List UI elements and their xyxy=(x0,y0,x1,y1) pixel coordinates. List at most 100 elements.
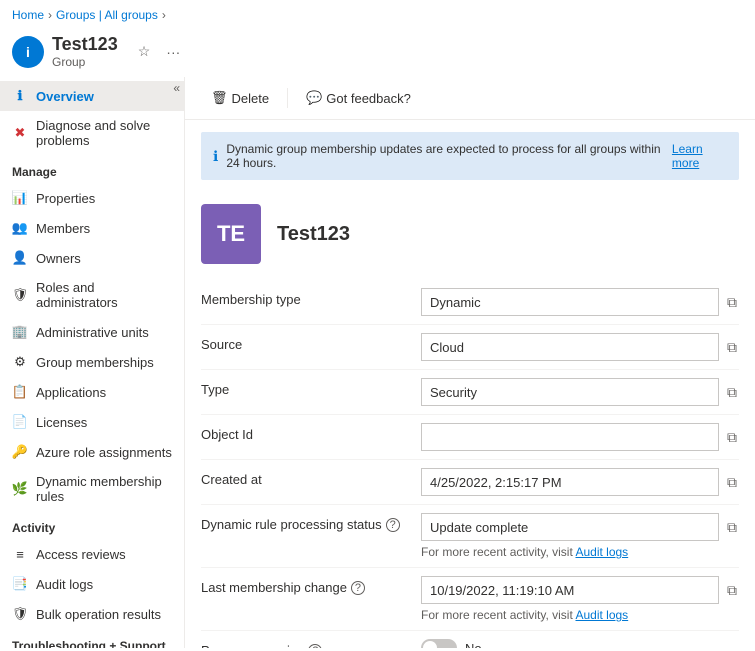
object-id-value xyxy=(421,423,719,451)
dynamic-rule-status-value: Update complete xyxy=(421,513,719,541)
main-layout: « ℹ Overview ✖ Diagnose and solve proble… xyxy=(0,77,755,648)
group-header-icon: i xyxy=(12,36,44,68)
source-label: Source xyxy=(201,333,421,352)
last-membership-change-tooltip-icon[interactable]: ? xyxy=(351,581,365,595)
page-subtitle: Group xyxy=(52,55,118,69)
properties-grid: Membership type Dynamic ⧉ Source Cloud ⧉ xyxy=(185,280,755,648)
property-membership-type: Membership type Dynamic ⧉ xyxy=(201,280,739,325)
dynamic-rule-status-copy-icon[interactable]: ⧉ xyxy=(725,517,739,538)
sidebar-item-dynamic-rules[interactable]: 🌿 Dynamic membership rules xyxy=(0,467,184,511)
toggle-knob xyxy=(423,641,437,648)
created-at-value-wrapper: 4/25/2022, 2:15:17 PM ⧉ xyxy=(421,468,739,496)
sidebar-item-bulk-ops[interactable]: 🛡 Bulk operation results xyxy=(0,599,184,629)
feedback-icon: 💬 xyxy=(306,90,322,106)
pause-processing-toggle: No xyxy=(421,639,482,648)
last-membership-change-value: 10/19/2022, 11:19:10 AM xyxy=(421,576,719,604)
pin-button[interactable]: ☆ xyxy=(134,41,155,62)
type-value-wrapper: Security ⧉ xyxy=(421,378,739,406)
object-id-value-wrapper: ⧉ xyxy=(421,423,739,451)
pause-processing-toggle-switch[interactable] xyxy=(421,639,457,648)
sidebar-item-diagnose[interactable]: ✖ Diagnose and solve problems xyxy=(0,111,184,155)
roles-icon: 🛡 xyxy=(12,287,28,303)
owners-icon: 👤 xyxy=(12,250,28,266)
licenses-icon: 📄 xyxy=(12,414,28,430)
membership-type-value-wrapper: Dynamic ⧉ xyxy=(421,288,739,316)
property-last-membership-change: Last membership change ? 10/19/2022, 11:… xyxy=(201,568,739,631)
object-id-copy-icon[interactable]: ⧉ xyxy=(725,427,739,448)
sidebar-item-admin-units[interactable]: 🏢 Administrative units xyxy=(0,317,184,347)
source-copy-icon[interactable]: ⧉ xyxy=(725,337,739,358)
type-copy-icon[interactable]: ⧉ xyxy=(725,382,739,403)
dynamic-rule-status-value-col: Update complete ⧉ For more recent activi… xyxy=(421,513,739,559)
breadcrumb-groups[interactable]: Groups | All groups xyxy=(56,8,158,22)
info-banner-text: Dynamic group membership updates are exp… xyxy=(226,142,664,170)
dynamic-rule-status-note: For more recent activity, visit Audit lo… xyxy=(421,545,739,559)
dynamic-rule-status-audit-link[interactable]: Audit logs xyxy=(575,545,628,559)
pause-processing-tooltip-icon[interactable]: ? xyxy=(308,644,322,649)
info-banner: ℹ Dynamic group membership updates are e… xyxy=(201,132,739,180)
diagnose-icon: ✖ xyxy=(12,125,28,141)
sidebar-item-applications[interactable]: 📋 Applications xyxy=(0,377,184,407)
created-at-value: 4/25/2022, 2:15:17 PM xyxy=(421,468,719,496)
sidebar-item-audit-logs[interactable]: 📑 Audit logs xyxy=(0,569,184,599)
object-id-label: Object Id xyxy=(201,423,421,442)
type-value: Security xyxy=(421,378,719,406)
page-title: Test123 xyxy=(52,34,118,55)
sidebar-item-licenses[interactable]: 📄 Licenses xyxy=(0,407,184,437)
content-area: 🗑 Delete 💬 Got feedback? ℹ Dynamic group… xyxy=(185,77,755,648)
info-banner-link[interactable]: Learn more xyxy=(672,142,727,170)
group-memberships-icon: ⚙ xyxy=(12,354,28,370)
last-membership-change-audit-link[interactable]: Audit logs xyxy=(575,608,628,622)
dynamic-rules-icon: 🌿 xyxy=(12,481,28,497)
created-at-label: Created at xyxy=(201,468,421,487)
overview-icon: ℹ xyxy=(12,88,28,104)
source-value-wrapper: Cloud ⧉ xyxy=(421,333,739,361)
sidebar-item-access-reviews[interactable]: ≡ Access reviews xyxy=(0,539,184,569)
source-value: Cloud xyxy=(421,333,719,361)
membership-type-label: Membership type xyxy=(201,288,421,307)
property-source: Source Cloud ⧉ xyxy=(201,325,739,370)
sidebar-item-roles[interactable]: 🛡 Roles and administrators xyxy=(0,273,184,317)
feedback-button[interactable]: 💬 Got feedback? xyxy=(296,85,421,111)
pause-processing-label: Pause processing ? xyxy=(201,639,421,648)
sidebar-item-properties[interactable]: 📊 Properties xyxy=(0,183,184,213)
delete-button[interactable]: 🗑 Delete xyxy=(201,85,279,111)
membership-type-copy-icon[interactable]: ⧉ xyxy=(725,292,739,313)
page-header-text: Test123 Group xyxy=(52,34,118,69)
property-dynamic-rule-status: Dynamic rule processing status ? Update … xyxy=(201,505,739,568)
applications-icon: 📋 xyxy=(12,384,28,400)
sidebar-collapse-button[interactable]: « xyxy=(173,81,180,95)
manage-section-label: Manage xyxy=(0,155,184,183)
breadcrumb: Home › Groups | All groups › xyxy=(0,0,755,30)
admin-units-icon: 🏢 xyxy=(12,324,28,340)
last-membership-change-copy-icon[interactable]: ⧉ xyxy=(725,580,739,601)
sidebar-item-overview[interactable]: ℹ Overview xyxy=(0,81,184,111)
more-button[interactable]: ··· xyxy=(162,41,184,62)
members-icon: 👥 xyxy=(12,220,28,236)
sidebar-item-members[interactable]: 👥 Members xyxy=(0,213,184,243)
dynamic-rule-status-label: Dynamic rule processing status ? xyxy=(201,513,421,532)
sidebar-item-group-memberships[interactable]: ⚙ Group memberships xyxy=(0,347,184,377)
dynamic-rule-status-tooltip-icon[interactable]: ? xyxy=(386,518,400,532)
breadcrumb-home[interactable]: Home xyxy=(12,8,44,22)
created-at-copy-icon[interactable]: ⧉ xyxy=(725,472,739,493)
property-type: Type Security ⧉ xyxy=(201,370,739,415)
last-membership-change-label: Last membership change ? xyxy=(201,576,421,595)
property-pause-processing: Pause processing ? No xyxy=(201,631,739,648)
info-banner-icon: ℹ xyxy=(213,148,218,165)
troubleshooting-section-label: Troubleshooting + Support xyxy=(0,629,184,648)
properties-icon: 📊 xyxy=(12,190,28,206)
activity-section-label: Activity xyxy=(0,511,184,539)
membership-type-value: Dynamic xyxy=(421,288,719,316)
azure-role-icon: 🔑 xyxy=(12,444,28,460)
group-avatar: TE xyxy=(201,204,261,264)
pause-processing-value: No xyxy=(465,641,482,649)
page-header-actions: ☆ ··· xyxy=(134,41,185,62)
sidebar: « ℹ Overview ✖ Diagnose and solve proble… xyxy=(0,77,185,648)
property-created-at: Created at 4/25/2022, 2:15:17 PM ⧉ xyxy=(201,460,739,505)
sidebar-item-owners[interactable]: 👤 Owners xyxy=(0,243,184,273)
bulk-ops-icon: 🛡 xyxy=(12,606,28,622)
sidebar-item-azure-role[interactable]: 🔑 Azure role assignments xyxy=(0,437,184,467)
access-reviews-icon: ≡ xyxy=(12,546,28,562)
type-label: Type xyxy=(201,378,421,397)
